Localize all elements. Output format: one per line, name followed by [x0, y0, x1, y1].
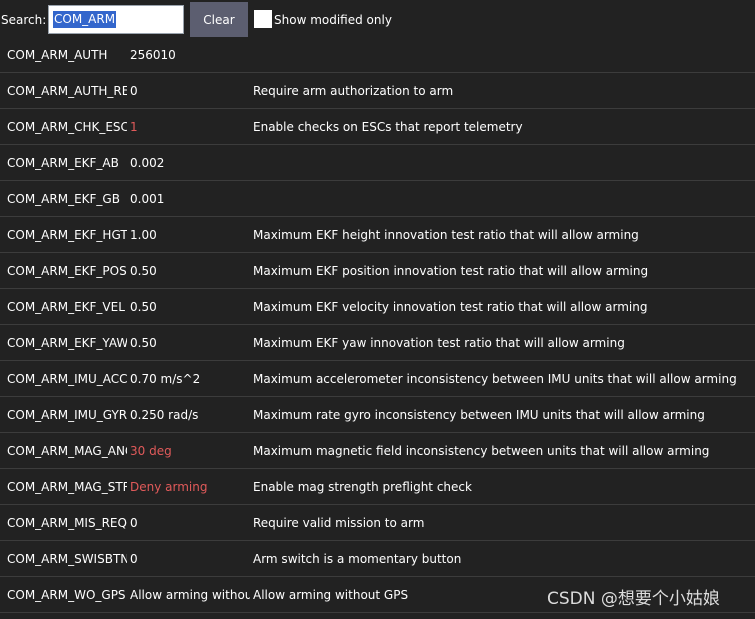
param-value: 0.002 [130, 156, 165, 170]
param-name: COM_ARM_EKF_VEL [7, 300, 125, 314]
param-name: COM_ARM_IMU_GYR [7, 408, 127, 422]
param-row[interactable]: COM_ARM_EKF_AB 0.002 [0, 145, 755, 181]
param-row[interactable]: COM_ARM_AUTH_REQ 0 Require arm authorizati… [0, 73, 755, 109]
search-input-text: COM_ARM [53, 11, 117, 28]
param-name: COM_ARM_EKF_POS [7, 264, 127, 278]
param-value: 256010 [130, 48, 176, 62]
param-name: COM_ARM_SWISBTN [7, 552, 127, 566]
param-name: COM_ARM_EKF_GB [7, 192, 120, 206]
param-name: COM_ARM_EKF_YAW [7, 336, 127, 350]
param-name: COM_ARM_EKF_HGT [7, 228, 127, 242]
param-row[interactable]: COM_ARM_IMU_GYR 0.250 rad/s Maximum rate g… [0, 397, 755, 433]
search-input[interactable]: COM_ARM [48, 5, 184, 34]
watermark: CSDN @想要个小姑娘 [547, 589, 720, 609]
param-description: Enable mag strength preflight check [253, 480, 472, 494]
param-value: Allow arming without [130, 588, 250, 602]
param-row[interactable]: COM_ARM_MIS_REQ 0 Require valid mission to… [0, 505, 755, 541]
param-name: COM_ARM_MIS_REQ [7, 516, 127, 530]
param-description: Maximum magnetic field inconsistency bet… [253, 444, 710, 458]
show-modified-label[interactable]: Show modified only [274, 12, 392, 28]
param-name: COM_ARM_CHK_ESCS [7, 120, 127, 134]
param-value: 0 [130, 552, 138, 566]
param-value: 1.00 [130, 228, 157, 242]
param-row[interactable]: COM_ARM_EKF_VEL 0.50 Maximum EKF velocity … [0, 289, 755, 325]
parameter-list: COM_ARM_AUTH 256010 COM_ARM_AUTH_REQ 0 Requi… [0, 37, 755, 613]
param-description: Maximum rate gyro inconsistency between … [253, 408, 705, 422]
search-label: Search: [1, 13, 47, 27]
show-modified-checkbox[interactable] [254, 10, 272, 28]
param-value: 0.001 [130, 192, 165, 206]
param-description: Maximum accelerometer inconsistency betw… [253, 372, 737, 386]
param-row[interactable]: COM_ARM_CHK_ESCS 1 Enable checks on ESCs t… [0, 109, 755, 145]
param-value: 0.50 [130, 264, 157, 278]
param-row[interactable]: COM_ARM_EKF_YAW 0.50 Maximum EKF yaw innov… [0, 325, 755, 361]
param-name: COM_ARM_AUTH_REQ [7, 84, 127, 98]
param-name: COM_ARM_EKF_AB [7, 156, 119, 170]
param-value: Deny arming [130, 480, 208, 494]
param-value: 0 [130, 84, 138, 98]
param-row[interactable]: COM_ARM_AUTH 256010 [0, 37, 755, 73]
param-name: COM_ARM_WO_GPS [7, 588, 126, 602]
param-row[interactable]: COM_ARM_MAG_ANG 30 deg Maximum magnetic fi… [0, 433, 755, 469]
param-name: COM_ARM_MAG_STR [7, 480, 127, 494]
param-value: 30 deg [130, 444, 172, 458]
param-value: 0 [130, 516, 138, 530]
param-description: Require arm authorization to arm [253, 84, 454, 98]
search-bar: Search: COM_ARM Clear Show modified only [0, 0, 755, 38]
param-description: Maximum EKF velocity innovation test rat… [253, 300, 648, 314]
param-description: Maximum EKF position innovation test rat… [253, 264, 649, 278]
param-name: COM_ARM_MAG_ANG [7, 444, 127, 458]
param-description: Require valid mission to arm [253, 516, 425, 530]
param-value: 0.70 m/s^2 [130, 372, 201, 386]
param-row[interactable]: COM_ARM_EKF_GB 0.001 [0, 181, 755, 217]
param-name: COM_ARM_IMU_ACC [7, 372, 127, 386]
param-row[interactable]: COM_ARM_IMU_ACC 0.70 m/s^2 Maximum acceler… [0, 361, 755, 397]
param-description: Enable checks on ESCs that report teleme… [253, 120, 523, 134]
param-row[interactable]: COM_ARM_EKF_POS 0.50 Maximum EKF position … [0, 253, 755, 289]
param-value: 1 [130, 120, 138, 134]
param-description: Maximum EKF height innovation test ratio… [253, 228, 639, 242]
param-row[interactable]: COM_ARM_MAG_STR Deny arming Enable mag str… [0, 469, 755, 505]
param-value: 0.50 [130, 336, 157, 350]
param-row[interactable]: COM_ARM_SWISBTN 0 Arm switch is a momentar… [0, 541, 755, 577]
param-value: 0.250 rad/s [130, 408, 199, 422]
param-row[interactable]: COM_ARM_EKF_HGT 1.00 Maximum EKF height in… [0, 217, 755, 253]
param-description: Allow arming without GPS [253, 588, 409, 602]
clear-button[interactable]: Clear [190, 2, 248, 37]
param-description: Maximum EKF yaw innovation test ratio th… [253, 336, 625, 350]
param-description: Arm switch is a momentary button [253, 552, 462, 566]
param-value: 0.50 [130, 300, 157, 314]
param-name: COM_ARM_AUTH [7, 48, 108, 62]
